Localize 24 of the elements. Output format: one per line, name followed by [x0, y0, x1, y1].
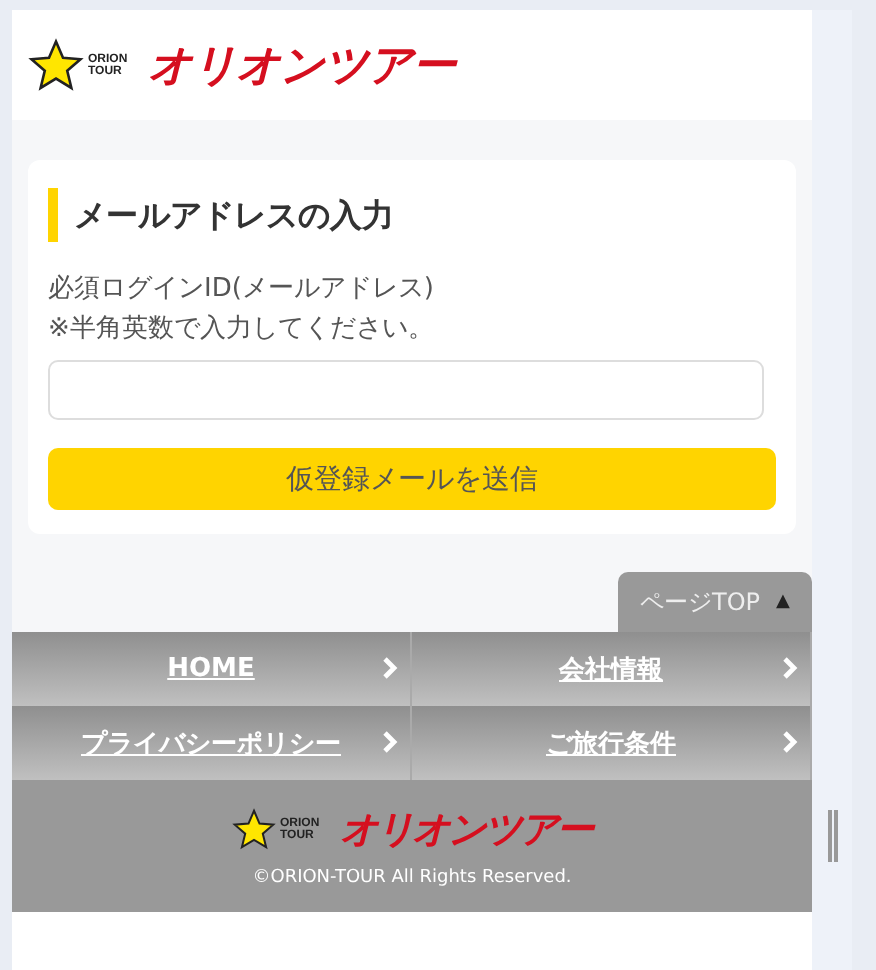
- footer-nav-item[interactable]: HOME: [12, 632, 412, 706]
- resize-handle-icon[interactable]: [827, 810, 837, 862]
- field-label: ※半角英数で入力してください。: [48, 312, 436, 348]
- brand-logo-text: オリオンツアー: [148, 39, 454, 95]
- field-label: 必須ログインID(メールアドレス): [48, 272, 436, 308]
- brand-logo-text: オリオンツアー: [340, 806, 592, 856]
- chevron-right-icon: [382, 730, 398, 754]
- submit-button[interactable]: 仮登録メールを送信: [48, 448, 776, 510]
- chevron-right-icon: [782, 656, 798, 680]
- star-mascot-icon: [28, 37, 84, 93]
- footer-nav-item[interactable]: プライバシーポリシー: [12, 706, 412, 780]
- footer-link[interactable]: 会社情報: [559, 651, 663, 687]
- copyright-text: ©ORION-TOUR All Rights Reserved.: [252, 868, 572, 888]
- star-mascot-icon: [232, 808, 276, 852]
- footer-nav-item[interactable]: ご旅行条件: [412, 706, 812, 780]
- email-input-field[interactable]: [48, 360, 764, 420]
- chevron-right-icon: [382, 656, 398, 680]
- chevron-right-icon: [782, 730, 798, 754]
- footer-nav-item[interactable]: 会社情報: [412, 632, 812, 706]
- footer-link[interactable]: ご旅行条件: [546, 725, 676, 761]
- footer-link[interactable]: HOME: [167, 654, 255, 684]
- section-heading: メールアドレスの入力: [48, 188, 776, 242]
- footer-link[interactable]: プライバシーポリシー: [81, 725, 341, 761]
- page-top-button[interactable]: ページTOP ▲: [618, 572, 812, 632]
